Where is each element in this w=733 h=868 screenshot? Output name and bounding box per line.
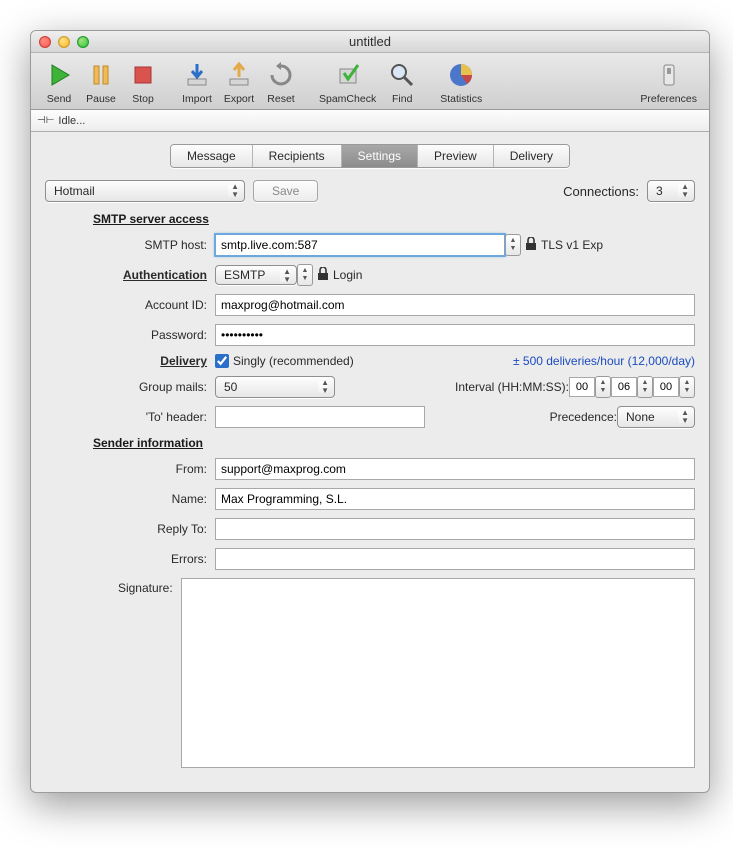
- lock-icon: [317, 267, 329, 284]
- import-button[interactable]: Import: [179, 59, 215, 105]
- lock-icon: [525, 237, 537, 254]
- smtp-host-input[interactable]: [215, 234, 505, 256]
- app-window: untitled Send Pause Stop: [30, 30, 710, 793]
- stop-button[interactable]: Stop: [125, 59, 161, 105]
- send-button[interactable]: Send: [41, 59, 77, 105]
- password-label: Password:: [45, 328, 215, 342]
- group-mails-select[interactable]: 50 ▲▼: [215, 376, 335, 398]
- interval-ss-stepper[interactable]: ▲▼: [679, 376, 695, 398]
- errors-input[interactable]: [215, 548, 695, 570]
- auth-stepper[interactable]: ▲▼: [297, 264, 313, 286]
- titlebar: untitled: [31, 31, 709, 53]
- delivery-rate-info: ± 500 deliveries/hour (12,000/day): [513, 354, 695, 368]
- interval-label: Interval (HH:MM:SS):: [455, 380, 569, 394]
- interval-mm-input[interactable]: [611, 377, 637, 397]
- name-label: Name:: [45, 492, 215, 506]
- spamcheck-icon: [332, 59, 364, 91]
- errors-label: Errors:: [45, 552, 215, 566]
- tab-preview[interactable]: Preview: [418, 145, 494, 167]
- magnifier-icon: [386, 59, 418, 91]
- auth-method-select[interactable]: ESMTP ▲▼: [215, 265, 297, 285]
- to-header-label: 'To' header:: [45, 410, 215, 424]
- interval-mm-stepper[interactable]: ▲▼: [637, 376, 653, 398]
- group-mails-label: Group mails:: [45, 380, 215, 394]
- reset-icon: [265, 59, 297, 91]
- signature-textarea[interactable]: [181, 578, 695, 768]
- play-icon: [43, 59, 75, 91]
- tab-recipients[interactable]: Recipients: [253, 145, 342, 167]
- password-input[interactable]: [215, 324, 695, 346]
- status-icon: ⊣⊢: [37, 115, 54, 126]
- smtp-host-stepper[interactable]: ▲▼: [505, 234, 521, 256]
- interval-ss-input[interactable]: [653, 377, 679, 397]
- reset-button[interactable]: Reset: [263, 59, 299, 105]
- singly-checkbox[interactable]: [215, 354, 229, 368]
- import-icon: [181, 59, 213, 91]
- preferences-button[interactable]: Preferences: [638, 59, 699, 105]
- precedence-label: Precedence:: [550, 410, 617, 424]
- window-title: untitled: [31, 34, 709, 49]
- spamcheck-button[interactable]: SpamCheck: [317, 59, 378, 105]
- tab-settings[interactable]: Settings: [342, 145, 418, 167]
- singly-label: Singly (recommended): [233, 354, 354, 368]
- preferences-icon: [653, 59, 685, 91]
- login-label: Login: [333, 268, 362, 282]
- to-header-input[interactable]: [215, 406, 425, 428]
- tab-message[interactable]: Message: [171, 145, 253, 167]
- reply-to-input[interactable]: [215, 518, 695, 540]
- delivery-label: Delivery: [45, 354, 215, 368]
- tab-bar: Message Recipients Settings Preview Deli…: [45, 144, 695, 168]
- name-input[interactable]: [215, 488, 695, 510]
- from-label: From:: [45, 462, 215, 476]
- smtp-section-header: SMTP server access: [93, 212, 695, 226]
- sender-section-header: Sender information: [93, 436, 695, 450]
- stop-icon: [127, 59, 159, 91]
- toolbar: Send Pause Stop Import: [31, 53, 709, 110]
- from-input[interactable]: [215, 458, 695, 480]
- export-button[interactable]: Export: [221, 59, 257, 105]
- account-id-input[interactable]: [215, 294, 695, 316]
- pause-button[interactable]: Pause: [83, 59, 119, 105]
- save-button[interactable]: Save: [253, 180, 318, 202]
- tab-delivery[interactable]: Delivery: [494, 145, 569, 167]
- pie-chart-icon: [445, 59, 477, 91]
- interval-hh-input[interactable]: [569, 377, 595, 397]
- account-id-label: Account ID:: [45, 298, 215, 312]
- connections-label: Connections:: [563, 184, 639, 199]
- preset-select[interactable]: Hotmail ▲▼: [45, 180, 245, 202]
- precedence-select[interactable]: None ▲▼: [617, 406, 695, 428]
- status-bar: ⊣⊢ Idle...: [31, 110, 709, 132]
- tls-label: TLS v1 Exp: [541, 238, 603, 252]
- smtp-host-label: SMTP host:: [45, 238, 215, 252]
- signature-label: Signature:: [45, 578, 181, 595]
- connections-select[interactable]: 3 ▲▼: [647, 180, 695, 202]
- interval-hh-stepper[interactable]: ▲▼: [595, 376, 611, 398]
- status-text: Idle...: [58, 115, 85, 127]
- statistics-button[interactable]: Statistics: [438, 59, 484, 105]
- pause-icon: [85, 59, 117, 91]
- reply-to-label: Reply To:: [45, 522, 215, 536]
- authentication-label: Authentication: [45, 268, 215, 282]
- export-icon: [223, 59, 255, 91]
- find-button[interactable]: Find: [384, 59, 420, 105]
